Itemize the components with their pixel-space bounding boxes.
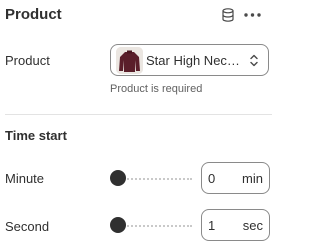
panel-title: Product <box>5 6 62 23</box>
database-icon[interactable] <box>221 8 235 22</box>
second-slider-track[interactable] <box>120 225 192 227</box>
sweater-image <box>116 47 143 74</box>
more-icon[interactable] <box>244 13 261 17</box>
product-label: Product <box>5 53 50 68</box>
second-unit: sec <box>242 218 263 233</box>
minute-value: 0 <box>208 171 216 186</box>
second-input[interactable]: 1 sec <box>201 209 270 241</box>
second-label: Second <box>5 219 50 234</box>
time-start-title: Time start <box>5 128 67 143</box>
second-slider-knob[interactable] <box>110 217 126 233</box>
minute-input[interactable]: 0 min <box>201 162 270 194</box>
product-select-value: Star High Neck Cropped Sweater <box>146 53 246 68</box>
minute-slider-knob[interactable] <box>110 170 126 186</box>
minute-label: Minute <box>5 171 45 186</box>
select-chevron-icon <box>250 54 258 67</box>
minute-slider-track[interactable] <box>120 178 192 180</box>
product-select[interactable]: Star High Neck Cropped Sweater <box>110 44 269 76</box>
minute-unit: min <box>242 171 263 186</box>
second-value: 1 <box>208 218 216 233</box>
divider <box>5 114 272 115</box>
product-thumbnail <box>116 47 143 74</box>
product-helper-text: Product is required <box>110 83 203 95</box>
panel-header: Product <box>0 0 277 30</box>
